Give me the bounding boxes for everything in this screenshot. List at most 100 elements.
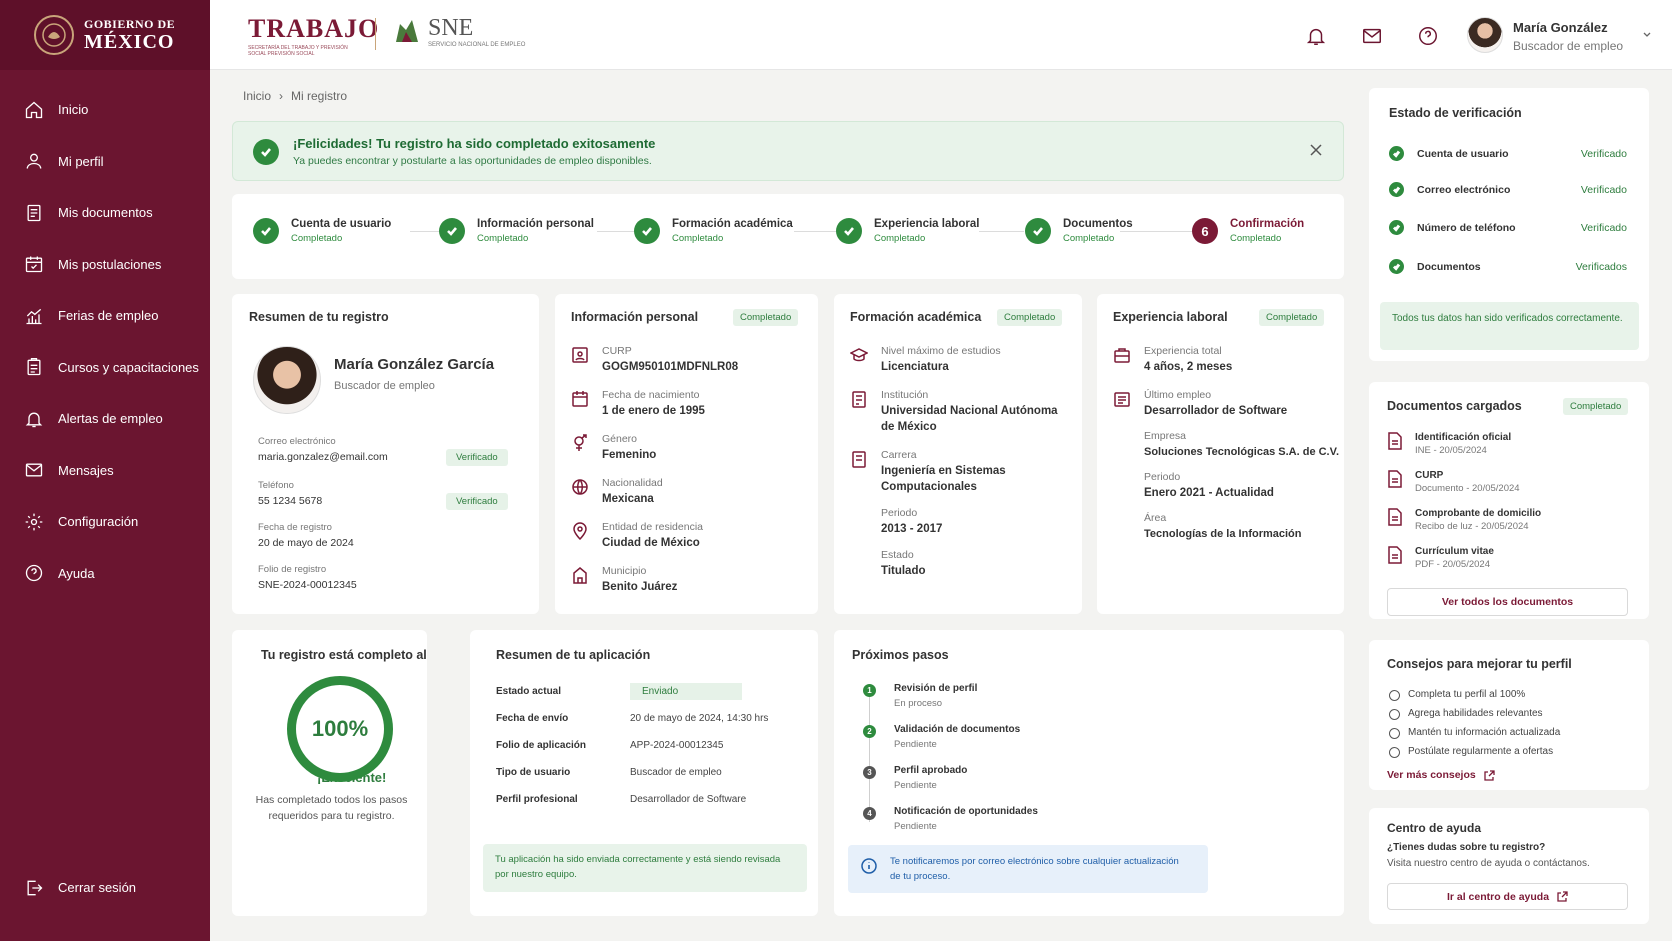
sidebar-item-perfil[interactable]: Mi perfil <box>0 136 210 188</box>
tip-item: Mantén tu información actualizada <box>1389 727 1560 739</box>
sidebar-item-label: Alertas de empleo <box>58 411 163 427</box>
gob-main-text: MÉXICO <box>84 31 175 53</box>
sidebar-item-documentos[interactable]: Mis documentos <box>0 187 210 239</box>
breadcrumb-separator: › <box>279 89 284 103</box>
step-confirmacion[interactable]: 6 Confirmación Completado <box>1192 218 1304 244</box>
field-value: 2013 - 2017 <box>881 523 943 535</box>
status-badge: Verificado <box>446 493 508 510</box>
document-name: Currículum vitae <box>1415 546 1494 557</box>
field-label: Municipio <box>602 565 647 577</box>
documents-card: Documentos cargados Completado <box>1369 382 1649 619</box>
field-value: Benito Juárez <box>602 581 678 593</box>
field-label: Nivel máximo de estudios <box>881 345 1001 357</box>
row-label: Número de teléfono <box>1417 222 1516 234</box>
status-badge: Verificado <box>446 449 508 466</box>
sidebar-item-mensajes[interactable]: Mensajes <box>0 445 210 497</box>
gobierno-logo[interactable]: GOBIERNO DE MÉXICO <box>0 0 210 70</box>
sidebar-item-ayuda[interactable]: Ayuda <box>0 548 210 600</box>
mail-icon <box>1363 28 1381 44</box>
row-label: Tipo de usuario <box>496 767 571 778</box>
help-button[interactable] <box>1417 25 1439 47</box>
step-connector <box>597 231 637 232</box>
field-label: Folio de registro <box>258 564 327 575</box>
step-status: Pendiente <box>894 780 937 791</box>
chevron-down-icon[interactable] <box>1642 30 1652 40</box>
view-all-documents-button[interactable]: Ver todos los documentos <box>1387 588 1628 616</box>
check-circle-icon <box>634 218 660 244</box>
avatar[interactable] <box>1467 17 1503 53</box>
timeline-dot: 4 <box>863 807 876 820</box>
step-academica[interactable]: Formación académica Completado <box>634 218 793 244</box>
close-icon[interactable] <box>1309 143 1323 157</box>
user-menu[interactable]: María González Buscador de empleo <box>1513 20 1623 53</box>
breadcrumb-home[interactable]: Inicio <box>243 89 271 103</box>
logout-button[interactable]: Cerrar sesión <box>0 862 210 914</box>
timeline-dot: 3 <box>863 766 876 779</box>
link-label: Ver más consejos <box>1387 769 1476 781</box>
sidebar-item-ferias[interactable]: Ferias de empleo <box>0 290 210 342</box>
field-label: Periodo <box>881 507 918 519</box>
application-summary-card: Resumen de tu aplicación Estado actual En… <box>470 630 818 916</box>
field-value: 1 de enero de 1995 <box>602 405 705 417</box>
status-badge: Completado <box>1259 309 1325 326</box>
sne-subtitle: SERVICIO NACIONAL DE EMPLEO <box>428 42 526 48</box>
sidebar-item-cursos[interactable]: Cursos y capacitaciones <box>0 342 210 394</box>
step-personal[interactable]: Información personal Completado <box>439 218 594 244</box>
row-status: Verificado <box>1580 184 1627 196</box>
notifications-button[interactable] <box>1305 25 1327 47</box>
tip-item: Postúlate regularmente a ofertas <box>1389 746 1553 758</box>
breadcrumb-current: Mi registro <box>291 89 348 103</box>
gear-icon <box>25 513 43 531</box>
card-title: Centro de ayuda <box>1387 821 1482 835</box>
alert-title: ¡Felicidades! Tu registro ha sido comple… <box>293 136 656 151</box>
status-badge: Completado <box>1563 398 1629 415</box>
sidebar-item-configuracion[interactable]: Configuración <box>0 496 210 548</box>
field-value: GOGM950101MDFNLR08 <box>602 361 739 373</box>
check-circle-icon <box>253 218 279 244</box>
row-label: Estado actual <box>496 686 562 697</box>
document-meta: Recibo de luz - 20/05/2024 <box>1415 521 1529 532</box>
sidebar-item-inicio[interactable]: Inicio <box>0 84 210 136</box>
more-tips-link[interactable]: Ver más consejos <box>1387 769 1495 781</box>
help-center-button[interactable]: Ir al centro de ayuda <box>1387 883 1628 910</box>
field-value: Licenciatura <box>881 361 949 373</box>
alert-text: Ya puedes encontrar y postularte a las o… <box>293 155 652 167</box>
chart-icon <box>26 308 42 324</box>
user-name: María González <box>1513 20 1608 35</box>
messages-button[interactable] <box>1361 25 1383 47</box>
field-label: Género <box>602 433 638 445</box>
home-icon <box>25 101 43 118</box>
avatar <box>253 346 321 414</box>
external-link-icon <box>1557 891 1568 902</box>
step-documentos[interactable]: Documentos Completado <box>1025 218 1133 244</box>
field-label: Último empleo <box>1144 389 1212 401</box>
step-experiencia[interactable]: Experiencia laboral Completado <box>836 218 979 244</box>
sidebar-item-postulaciones[interactable]: Mis postulaciones <box>0 239 210 291</box>
next-steps-card: Próximos pasos 1 Revisión de perfil En p… <box>834 630 1344 916</box>
check-circle-icon <box>1389 220 1404 235</box>
sne-logo[interactable]: SNE SERVICIO NACIONAL DE EMPLEO <box>392 16 525 48</box>
sidebar-item-label: Configuración <box>58 514 139 530</box>
sidebar-item-label: Mi perfil <box>58 153 104 169</box>
field-label: Institución <box>881 389 929 401</box>
bell-icon <box>25 412 43 427</box>
sidebar-nav: Inicio Mi perfil Mis documentos Mis post… <box>0 84 210 599</box>
timeline-dot: 2 <box>863 725 876 738</box>
plus-circle-icon <box>1389 709 1400 720</box>
sidebar-item-alertas[interactable]: Alertas de empleo <box>0 393 210 445</box>
field-value: Desarrollador de Software <box>1144 405 1288 417</box>
mail-icon <box>25 463 43 477</box>
step-status: Completado <box>477 233 529 244</box>
step-status: Pendiente <box>894 739 937 750</box>
sidebar-item-label: Ayuda <box>58 565 95 581</box>
registration-steps: Cuenta de usuario Completado Información … <box>232 194 1344 279</box>
external-link-icon <box>1484 769 1495 781</box>
card-title: Consejos para mejorar tu perfil <box>1387 657 1572 671</box>
step-cuenta[interactable]: Cuenta de usuario Completado <box>253 218 391 244</box>
field-value: Femenino <box>602 449 657 461</box>
row-value: APP-2024-00012345 <box>630 740 724 751</box>
sne-emblem-icon <box>396 20 418 42</box>
trabajo-logo[interactable]: TRABAJO SECRETARÍA DEL TRABAJO Y PREVISI… <box>248 16 379 58</box>
field-label: Área <box>1144 512 1167 524</box>
step-label: Cuenta de usuario <box>291 218 392 230</box>
